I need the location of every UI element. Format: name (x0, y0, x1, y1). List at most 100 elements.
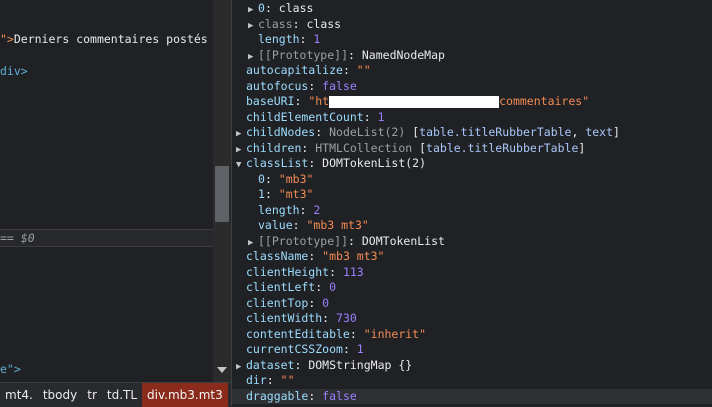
property-value: 0 (329, 280, 337, 294)
elements-tree-lower: e"> (0, 230, 213, 382)
breadcrumb-item[interactable]: tbody (38, 383, 82, 407)
vertical-scrollbar[interactable] (213, 0, 231, 382)
separator: : (349, 326, 364, 341)
separator: : (299, 32, 314, 46)
property-row[interactable]: clientHeight: 113 (232, 265, 712, 281)
property-row[interactable]: clientWidth: 730 (232, 311, 712, 327)
property-value: "" (356, 63, 371, 77)
property-value: DOMStringMap {} (308, 357, 413, 372)
separator: : (264, 187, 279, 201)
breadcrumb-item[interactable]: tr (82, 383, 102, 407)
separator: : (329, 264, 343, 279)
node-reference-link[interactable]: table.titleRubberTable (419, 125, 571, 139)
bracket: ] (613, 125, 620, 139)
property-key: currentCSSZoom (246, 342, 343, 356)
separator: : (342, 342, 357, 356)
elements-tree-upper: ">Derniers commentaires postés div> (0, 0, 213, 230)
separator: , (571, 125, 586, 139)
separator: : (301, 140, 316, 155)
property-row[interactable]: dir: "" (232, 373, 712, 389)
property-row[interactable]: baseURI: "ht commentaires" (232, 94, 712, 110)
scrollbar-thumb[interactable] (215, 166, 229, 222)
separator: : (308, 156, 323, 170)
separator: : (308, 295, 323, 310)
bracket: ] (578, 140, 586, 155)
property-key: classList (246, 156, 309, 170)
property-row[interactable]: autofocus: false (232, 79, 712, 95)
property-value: 1 (356, 342, 364, 356)
breadcrumb-item[interactable]: mt4. (0, 383, 38, 407)
property-key: dataset (246, 357, 295, 372)
property-row[interactable]: 0: "mb3" (232, 172, 712, 188)
property-key: 1 (258, 187, 265, 201)
property-row[interactable]: length: 2 (232, 203, 712, 219)
separator: : (294, 94, 309, 108)
property-row[interactable]: autocapitalize: "" (232, 63, 712, 79)
separator: : (299, 202, 314, 217)
property-row[interactable]: value: "mb3 mt3" (232, 218, 712, 234)
property-row[interactable]: ▶ 0: class (232, 1, 712, 17)
property-row[interactable]: ▶ class: class (232, 17, 712, 33)
property-row[interactable]: clientTop: 0 (232, 296, 712, 312)
property-row[interactable]: 1: "mt3" (232, 187, 712, 203)
separator: : (315, 280, 330, 294)
property-key: clientTop (246, 295, 309, 310)
separator: : (292, 218, 307, 232)
separator: : (342, 63, 357, 77)
property-row[interactable]: ▶ [[Prototype]]: DOMTokenList (232, 234, 712, 250)
property-key: dir (246, 373, 267, 387)
property-value: "mb3 mt3" (306, 218, 369, 232)
node-reference-link[interactable]: table.titleRubberTable (426, 141, 578, 155)
source-line[interactable]: div> (0, 63, 28, 79)
property-row[interactable]: className: "mb3 mt3" (232, 249, 712, 265)
property-key: childElementCount (246, 109, 364, 124)
property-value: 2 (313, 202, 321, 217)
property-row[interactable]: contentEditable: "inherit" (232, 327, 712, 343)
property-key: 0 (258, 1, 265, 15)
property-row[interactable]: ▶ children: HTMLCollection [table.titleRu… (232, 141, 712, 157)
property-row[interactable]: ▶ childNodes: NodeList(2) [table.titleRub… (232, 125, 712, 141)
property-row[interactable]: ▶ dataset: DOMStringMap {} (232, 358, 712, 374)
node-reference-link[interactable]: text (585, 125, 613, 139)
property-row[interactable]: length: 1 (232, 32, 712, 48)
property-value: DOMTokenList(2) (322, 156, 427, 170)
separator: : (264, 1, 279, 15)
separator: : (308, 78, 323, 93)
property-value: "mb3 mt3" (322, 249, 385, 263)
property-value: 1 (377, 109, 385, 124)
bracket: [ (419, 140, 427, 155)
breadcrumb-item[interactable]: td.TL (102, 383, 142, 407)
property-key: length (258, 32, 300, 46)
source-line[interactable]: ">Derniers commentaires postés (0, 31, 208, 47)
breadcrumb-item-active[interactable]: div.mb3.mt3 (142, 383, 228, 407)
property-row[interactable]: ▼ classList: DOMTokenList(2) (232, 156, 712, 172)
property-key: baseURI (246, 94, 295, 108)
property-value: NamedNodeMap (361, 47, 445, 62)
property-value: "inherit" (363, 326, 427, 341)
separator: : (264, 171, 279, 186)
property-row[interactable]: ▶ [[Prototype]]: NamedNodeMap (232, 48, 712, 64)
property-key: [[Prototype]] (258, 47, 349, 62)
redaction-box (329, 95, 500, 108)
tag-fragment: e"> (0, 362, 21, 376)
property-value: 1 (313, 32, 321, 46)
scroll-down-arrow-icon[interactable] (217, 367, 227, 373)
separator: : (308, 388, 323, 403)
property-row[interactable]: currentCSSZoom: 1 (232, 342, 712, 358)
property-value: false (322, 388, 357, 403)
property-row[interactable]: childElementCount: 1 (232, 110, 712, 126)
closing-tag: div> (0, 64, 28, 78)
property-row[interactable]: clientLeft: 0 (232, 280, 712, 296)
property-key: [[Prototype]] (258, 233, 349, 248)
separator: : (348, 47, 362, 62)
properties-panel: ▶ 0: class ▶ class: class length: 1 ▶ [[Protot… (232, 0, 712, 406)
source-line[interactable]: e"> (0, 361, 21, 377)
separator: : (363, 109, 378, 124)
property-value: "ht (308, 94, 330, 108)
property-row[interactable]: draggable: false (232, 388, 712, 404)
attribute-string-end: "> (0, 32, 14, 46)
property-value: class (306, 16, 342, 31)
property-key: class (258, 16, 293, 31)
property-value-tail: commentaires" (499, 94, 590, 108)
property-key: value (258, 218, 293, 232)
